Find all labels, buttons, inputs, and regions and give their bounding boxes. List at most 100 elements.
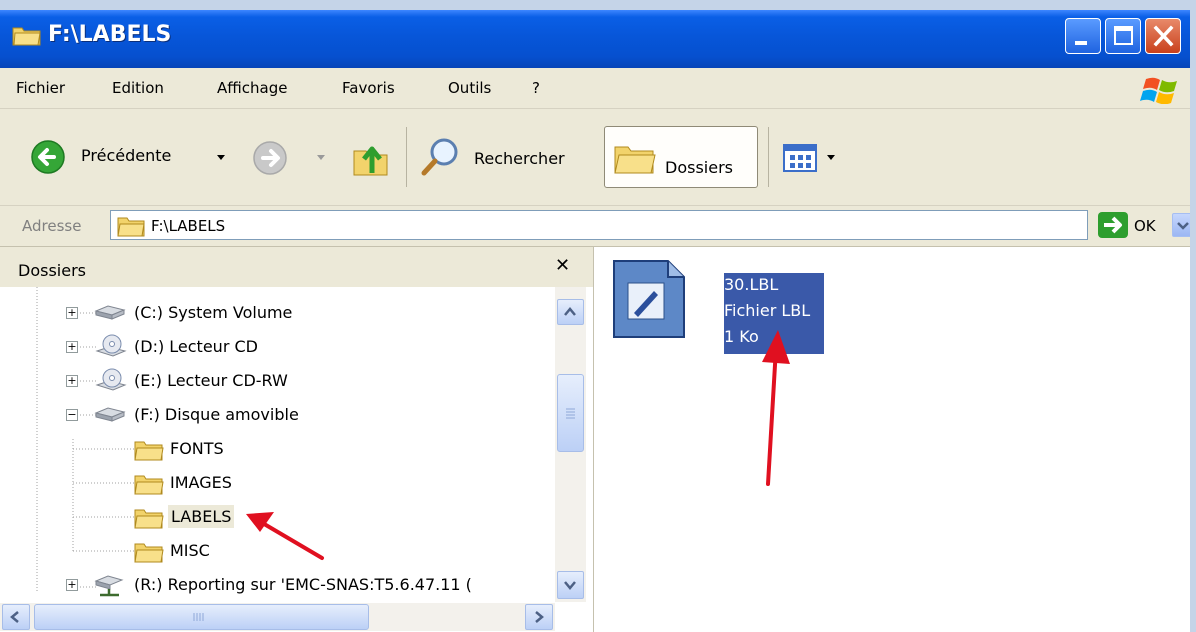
removable-drive-icon (94, 407, 126, 422)
tree-item-r-network-drive[interactable]: + (R:) Reporting sur 'EMC-SNAS:T5.6.47.1… (0, 569, 555, 602)
tree-item-label: FONTS (170, 439, 224, 458)
menu-bar: Fichier Edition Affichage Favoris Outils… (0, 68, 1190, 109)
close-icon[interactable]: ✕ (555, 255, 570, 276)
views-button[interactable] (778, 143, 844, 173)
title-bar[interactable]: F:\LABELS (0, 10, 1190, 68)
folders-pane-title: Dossiers (18, 261, 86, 280)
back-arrow-icon (31, 140, 65, 174)
forward-button[interactable] (252, 140, 288, 176)
back-label: Précédente (81, 146, 172, 165)
menu-favoris[interactable]: Favoris (342, 79, 395, 97)
chevron-down-icon[interactable] (216, 154, 226, 162)
tree-item-c-drive[interactable]: + (C:) System Volume (0, 297, 555, 331)
file-label-selection: 30.LBL Fichier LBL 1 Ko (724, 273, 824, 354)
go-button[interactable] (1098, 212, 1128, 238)
menu-fichier[interactable]: Fichier (16, 79, 65, 97)
expand-toggle[interactable]: + (66, 579, 78, 591)
address-input[interactable]: F:\LABELS (110, 210, 1190, 240)
back-button[interactable]: Précédente (24, 139, 225, 175)
toolbar-separator (768, 127, 769, 187)
folders-button[interactable]: Dossiers (604, 126, 758, 188)
file-item[interactable]: 30.LBL Fichier LBL 1 Ko (608, 255, 824, 355)
scroll-thumb[interactable] (34, 604, 369, 630)
minimize-button[interactable] (1065, 18, 1101, 54)
menu-affichage[interactable]: Affichage (217, 79, 287, 97)
horizontal-scrollbar[interactable] (0, 603, 555, 631)
tree-item-d-drive[interactable]: + (D:) Lecteur CD (0, 331, 555, 365)
cd-drive-icon (95, 368, 127, 391)
explorer-window: F:\LABELS Fichier Edition Affichage Favo… (0, 10, 1190, 632)
tree-item-label: (E:) Lecteur CD-RW (134, 371, 288, 390)
close-icon (1153, 25, 1174, 47)
file-type: Fichier LBL (724, 301, 811, 320)
folders-pane: Dossiers ✕ + (C:) System Volume + (D:) L… (0, 247, 594, 632)
scroll-left-button[interactable] (2, 604, 30, 630)
go-arrow-icon (1104, 216, 1122, 234)
windows-logo-icon (1140, 77, 1177, 104)
address-label: Adresse (22, 217, 82, 235)
tree-item-label: IMAGES (170, 473, 232, 492)
views-grid-icon (783, 144, 817, 172)
tree-item-e-drive[interactable]: + (E:) Lecteur CD-RW (0, 365, 555, 399)
tree-item-label: (D:) Lecteur CD (134, 337, 258, 356)
go-label[interactable]: OK (1134, 217, 1156, 235)
chevron-down-icon (827, 155, 835, 160)
menu-help[interactable]: ? (532, 79, 540, 97)
grip-icon (566, 408, 575, 419)
tree-item-labels[interactable]: LABELS (0, 501, 555, 535)
tree-item-label: (R:) Reporting sur 'EMC-SNAS:T5.6.47.11 … (134, 575, 472, 594)
toolbar: Précédente Rechercher Dossiers (0, 109, 1190, 206)
hard-drive-icon (94, 305, 126, 320)
maximize-icon (1114, 26, 1133, 45)
scroll-thumb[interactable] (557, 374, 584, 452)
folder-icon (117, 217, 145, 237)
toolbar-separator (406, 127, 407, 187)
tree-item-misc[interactable]: MISC (0, 535, 555, 569)
files-pane: 30.LBL Fichier LBL 1 Ko (594, 247, 1190, 632)
chevron-up-icon (564, 307, 576, 316)
tree-item-label: MISC (170, 541, 210, 560)
folder-icon (134, 543, 164, 563)
up-folder-button[interactable] (350, 137, 392, 179)
file-name: 30.LBL (724, 275, 779, 294)
chevron-down-icon (1177, 222, 1189, 230)
document-icon (613, 260, 685, 338)
file-size: 1 Ko (724, 327, 759, 346)
chevron-down-icon[interactable] (316, 154, 326, 162)
scroll-right-button[interactable] (525, 604, 553, 630)
network-drive-icon (94, 575, 124, 597)
tree-item-label: (C:) System Volume (134, 303, 293, 322)
chevron-left-icon (10, 611, 19, 623)
chevron-right-icon (535, 611, 544, 623)
scroll-up-button[interactable] (557, 299, 584, 325)
address-bar: Adresse F:\LABELS OK (0, 206, 1190, 247)
vertical-scrollbar[interactable] (555, 287, 586, 602)
menu-outils[interactable]: Outils (448, 79, 491, 97)
folders-pane-header: Dossiers ✕ (0, 247, 593, 287)
address-dropdown-button[interactable] (1172, 213, 1190, 237)
tree-item-f-drive[interactable]: − (F:) Disque amovible (0, 399, 555, 433)
collapse-toggle[interactable]: − (66, 409, 78, 421)
folder-icon (134, 441, 164, 461)
expand-toggle[interactable]: + (66, 341, 78, 353)
scroll-down-button[interactable] (557, 571, 584, 599)
cd-drive-icon (95, 334, 127, 357)
folder-icon (614, 146, 656, 174)
folders-label: Dossiers (665, 158, 733, 177)
menu-edition[interactable]: Edition (112, 79, 164, 97)
tree-item-label: LABELS (168, 505, 235, 528)
search-label: Rechercher (474, 149, 565, 168)
expand-toggle[interactable]: + (66, 307, 78, 319)
expand-toggle[interactable]: + (66, 375, 78, 387)
grip-icon (193, 613, 204, 621)
tree-item-images[interactable]: IMAGES (0, 467, 555, 501)
folder-open-icon (134, 509, 164, 529)
tree-item-label: (F:) Disque amovible (134, 405, 299, 424)
tree-item-fonts[interactable]: FONTS (0, 433, 555, 467)
close-button[interactable] (1145, 18, 1181, 54)
chevron-down-icon (564, 581, 576, 590)
folder-icon (134, 475, 164, 495)
search-button[interactable]: Rechercher (418, 135, 590, 179)
maximize-button[interactable] (1105, 18, 1141, 54)
folder-tree: + (C:) System Volume + (D:) Lecteur CD +… (0, 287, 555, 602)
